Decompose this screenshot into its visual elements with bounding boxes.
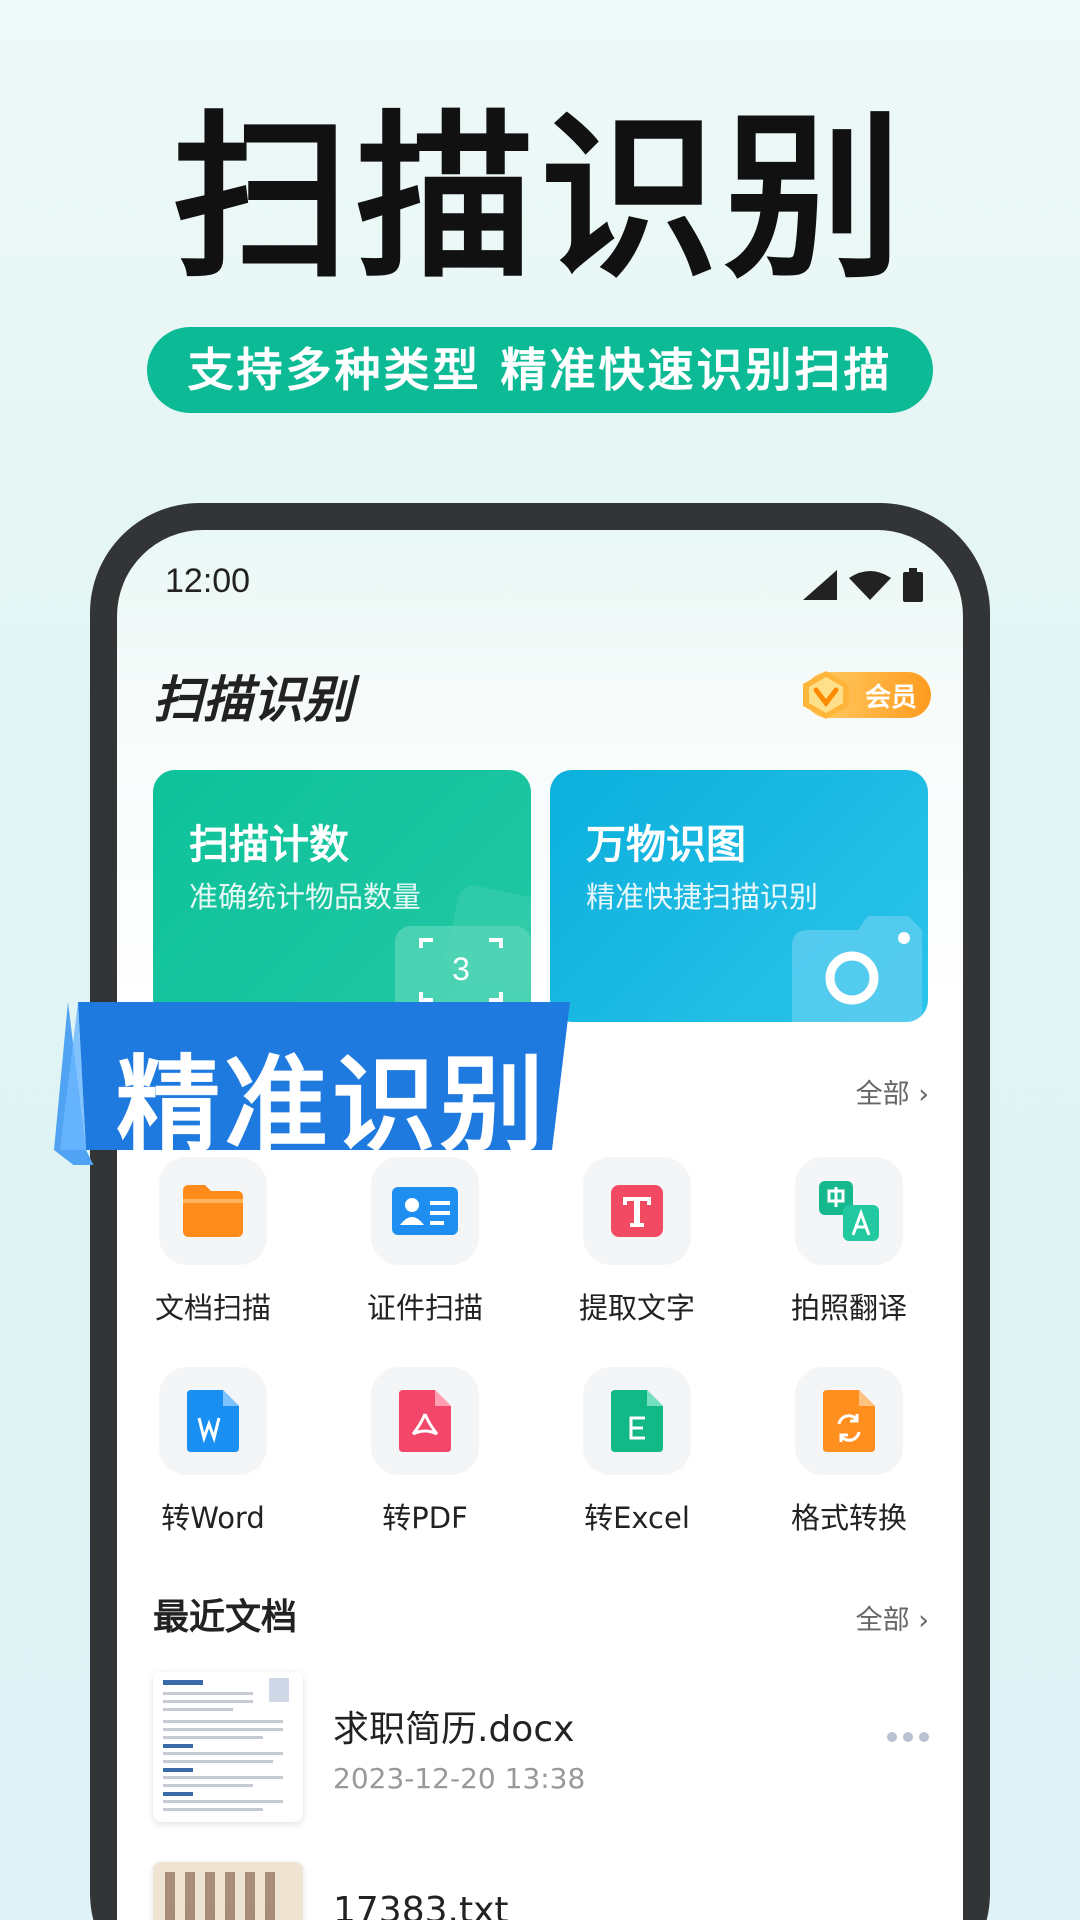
tool-label: 转Excel — [584, 1501, 690, 1535]
card-title: 万物识图 — [586, 822, 746, 868]
tool-icon-tile — [795, 1367, 903, 1475]
phone-screen: 12:00 扫描识别 会员 扫描计数 准确统计物品数量 3 万物识图 精准快捷扫… — [117, 530, 963, 1920]
resume-thumbnail — [153, 1672, 303, 1822]
tool-icon-tile — [371, 1367, 479, 1475]
tools-all-link[interactable]: 全部 › — [856, 1072, 929, 1111]
translate-icon — [819, 1181, 879, 1241]
tool-label: 转Word — [161, 1501, 265, 1535]
recent-all-label: 全部 — [855, 1605, 910, 1636]
app-title: 扫描识别 — [153, 671, 353, 729]
more-options-icon[interactable] — [887, 1732, 929, 1742]
wifi-icon — [849, 571, 891, 600]
chevron-right-icon: › — [918, 1605, 929, 1636]
tool-format-convert[interactable]: 格式转换 — [759, 1367, 939, 1537]
document-preview-image — [163, 1678, 289, 1811]
tool-icon-tile — [371, 1157, 479, 1265]
card-object-recognition[interactable]: 万物识图 精准快捷扫描识别 — [550, 770, 928, 1022]
tool-label: 证件扫描 — [366, 1291, 483, 1325]
tool-extract-text[interactable]: 提取文字 — [547, 1157, 727, 1327]
tool-to-excel[interactable]: 转Excel — [547, 1367, 727, 1537]
chevron-right-icon: › — [918, 1079, 929, 1110]
hero-subtitle-pill: 支持多种类型 精准快速识别扫描 — [147, 327, 933, 413]
camera-icon — [792, 916, 922, 1022]
pdf-icon — [399, 1390, 451, 1452]
excel-icon — [611, 1390, 663, 1452]
doc-time: 2023-12-20 13:38 — [333, 1762, 586, 1795]
doc-name: 17383.txt — [333, 1890, 509, 1920]
doc-name: 求职简历.docx — [333, 1709, 575, 1750]
word-icon — [187, 1390, 239, 1452]
list-item-doc[interactable]: 17383.txt — [153, 1862, 933, 1920]
status-time: 12:00 — [165, 562, 251, 600]
tool-icon-tile — [583, 1157, 691, 1265]
card-subtitle: 准确统计物品数量 — [189, 880, 422, 914]
tool-photo-translate[interactable]: 拍照翻译 — [759, 1157, 939, 1327]
tool-label: 拍照翻译 — [790, 1291, 907, 1325]
tool-icon-tile — [795, 1157, 903, 1265]
cellular-signal-icon — [803, 570, 837, 600]
hero-title: 扫描识别 — [172, 95, 908, 302]
tool-to-word[interactable]: 转Word — [123, 1367, 303, 1537]
tool-label: 文档扫描 — [154, 1291, 271, 1325]
tool-to-pdf[interactable]: 转PDF — [335, 1367, 515, 1537]
scan-count-number: 3 — [452, 951, 470, 987]
recent-docs-title: 最近文档 — [153, 1597, 298, 1638]
tool-doc-scan[interactable]: 文档扫描 — [123, 1157, 303, 1327]
vip-label: 会员 — [864, 682, 917, 713]
tool-label: 提取文字 — [578, 1291, 695, 1325]
id-card-icon — [392, 1187, 458, 1235]
card-title: 扫描计数 — [189, 822, 349, 868]
precise-recognition-text: 精准识别 — [116, 1044, 549, 1166]
recent-all-link[interactable]: 全部 › — [856, 1598, 929, 1637]
tool-id-scan[interactable]: 证件扫描 — [335, 1157, 515, 1327]
format-convert-icon — [823, 1390, 875, 1452]
card-scan-count[interactable]: 扫描计数 准确统计物品数量 3 — [153, 770, 531, 1022]
folder-icon — [183, 1185, 243, 1237]
list-item-doc[interactable]: 求职简历.docx 2023-12-20 13:38 — [153, 1672, 933, 1822]
battery-icon — [903, 568, 923, 602]
tool-label: 转PDF — [382, 1501, 468, 1535]
tool-icon-tile — [159, 1367, 267, 1475]
tool-icon-tile — [583, 1367, 691, 1475]
document-preview-image — [165, 1872, 275, 1920]
status-icons — [803, 568, 923, 602]
vip-badge[interactable]: 会员 — [803, 671, 931, 719]
card-subtitle: 精准快捷扫描识别 — [586, 880, 819, 914]
text-icon — [611, 1185, 663, 1237]
tools-all-label: 全部 — [855, 1079, 910, 1110]
tool-label: 格式转换 — [790, 1501, 907, 1535]
vip-crown-icon — [803, 671, 849, 719]
tool-icon-tile — [159, 1157, 267, 1265]
calligraphy-thumbnail — [153, 1862, 303, 1920]
